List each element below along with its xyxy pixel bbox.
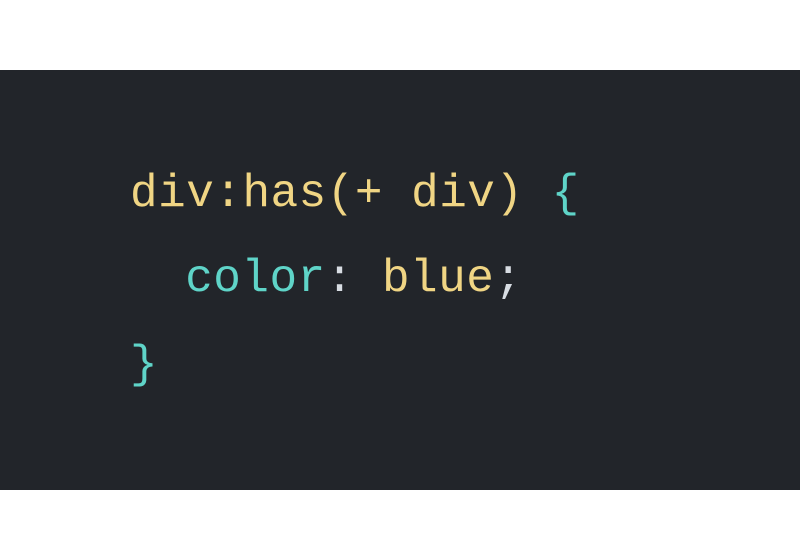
property-value: blue bbox=[382, 253, 494, 305]
pseudo-class-name: has bbox=[242, 168, 326, 220]
selector-tag: div bbox=[411, 168, 495, 220]
paren-open: ( bbox=[327, 168, 355, 220]
code-line-1: div:has(+ div) { bbox=[130, 152, 740, 237]
semicolon: ; bbox=[494, 253, 522, 305]
space bbox=[354, 253, 382, 305]
paren-close: ) bbox=[495, 168, 523, 220]
code-line-3: } bbox=[130, 323, 740, 408]
property-name: color bbox=[185, 253, 326, 305]
colon: : bbox=[326, 253, 354, 305]
combinator: + bbox=[355, 168, 411, 220]
selector-tag: div bbox=[130, 168, 214, 220]
pseudo-colon: : bbox=[214, 168, 242, 220]
brace-open: { bbox=[552, 168, 580, 220]
code-block: div:has(+ div) { color: blue; } bbox=[0, 70, 800, 490]
space bbox=[524, 168, 552, 220]
code-line-2: color: blue; bbox=[130, 237, 740, 322]
brace-close: } bbox=[130, 339, 158, 391]
